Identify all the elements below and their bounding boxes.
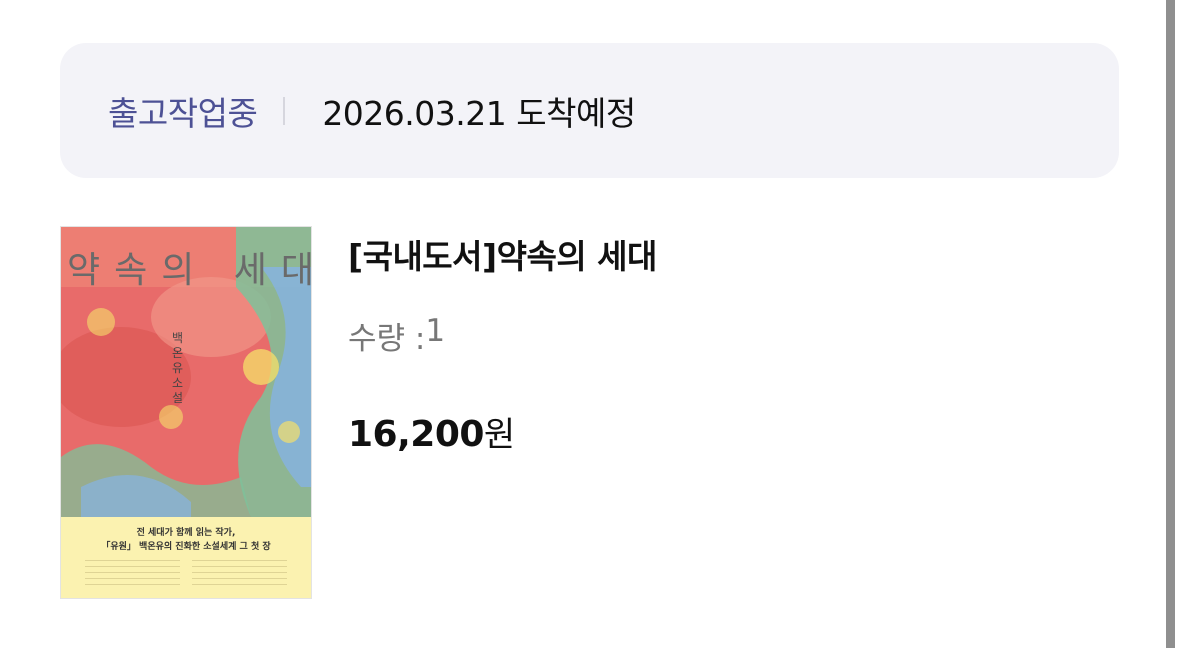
scrollbar-thumb[interactable] <box>1166 0 1175 648</box>
product-price: 16,200 원 <box>348 407 515 456</box>
price-value: 16,200 <box>348 414 484 455</box>
quantity-value: 1 <box>425 313 446 349</box>
cover-band-text-right <box>192 555 287 589</box>
product-title[interactable]: [국내도서]약속의 세대 <box>348 230 657 278</box>
price-currency: 원 <box>483 415 515 455</box>
book-cover-image[interactable]: 약속의 세대 백온유 소설 전 세대가 함께 읽는 작가, 「유원」 백온유의 … <box>60 226 312 599</box>
cover-author: 백온유 소설 <box>172 331 184 405</box>
order-status-bar: 출고작업중 2026.03.21 도착예정 <box>60 43 1119 178</box>
cover-band-line-1: 전 세대가 함께 읽는 작가, <box>136 528 236 538</box>
quantity-label: 수량 : <box>348 321 426 357</box>
cover-band-text-left <box>85 555 180 589</box>
cover-band-line-2: 「유원」 백온유의 진화한 소설세계 그 첫 장 <box>101 542 271 552</box>
scrollbar[interactable] <box>1159 0 1179 648</box>
quantity-info: 수량 : 1 <box>348 313 445 358</box>
cover-title: 약속의 세대 <box>67 250 312 291</box>
arrival-date-text: 2026.03.21 도착예정 <box>322 93 636 133</box>
status-divider <box>283 96 286 125</box>
shipping-status-label: 출고작업중 <box>108 93 258 133</box>
